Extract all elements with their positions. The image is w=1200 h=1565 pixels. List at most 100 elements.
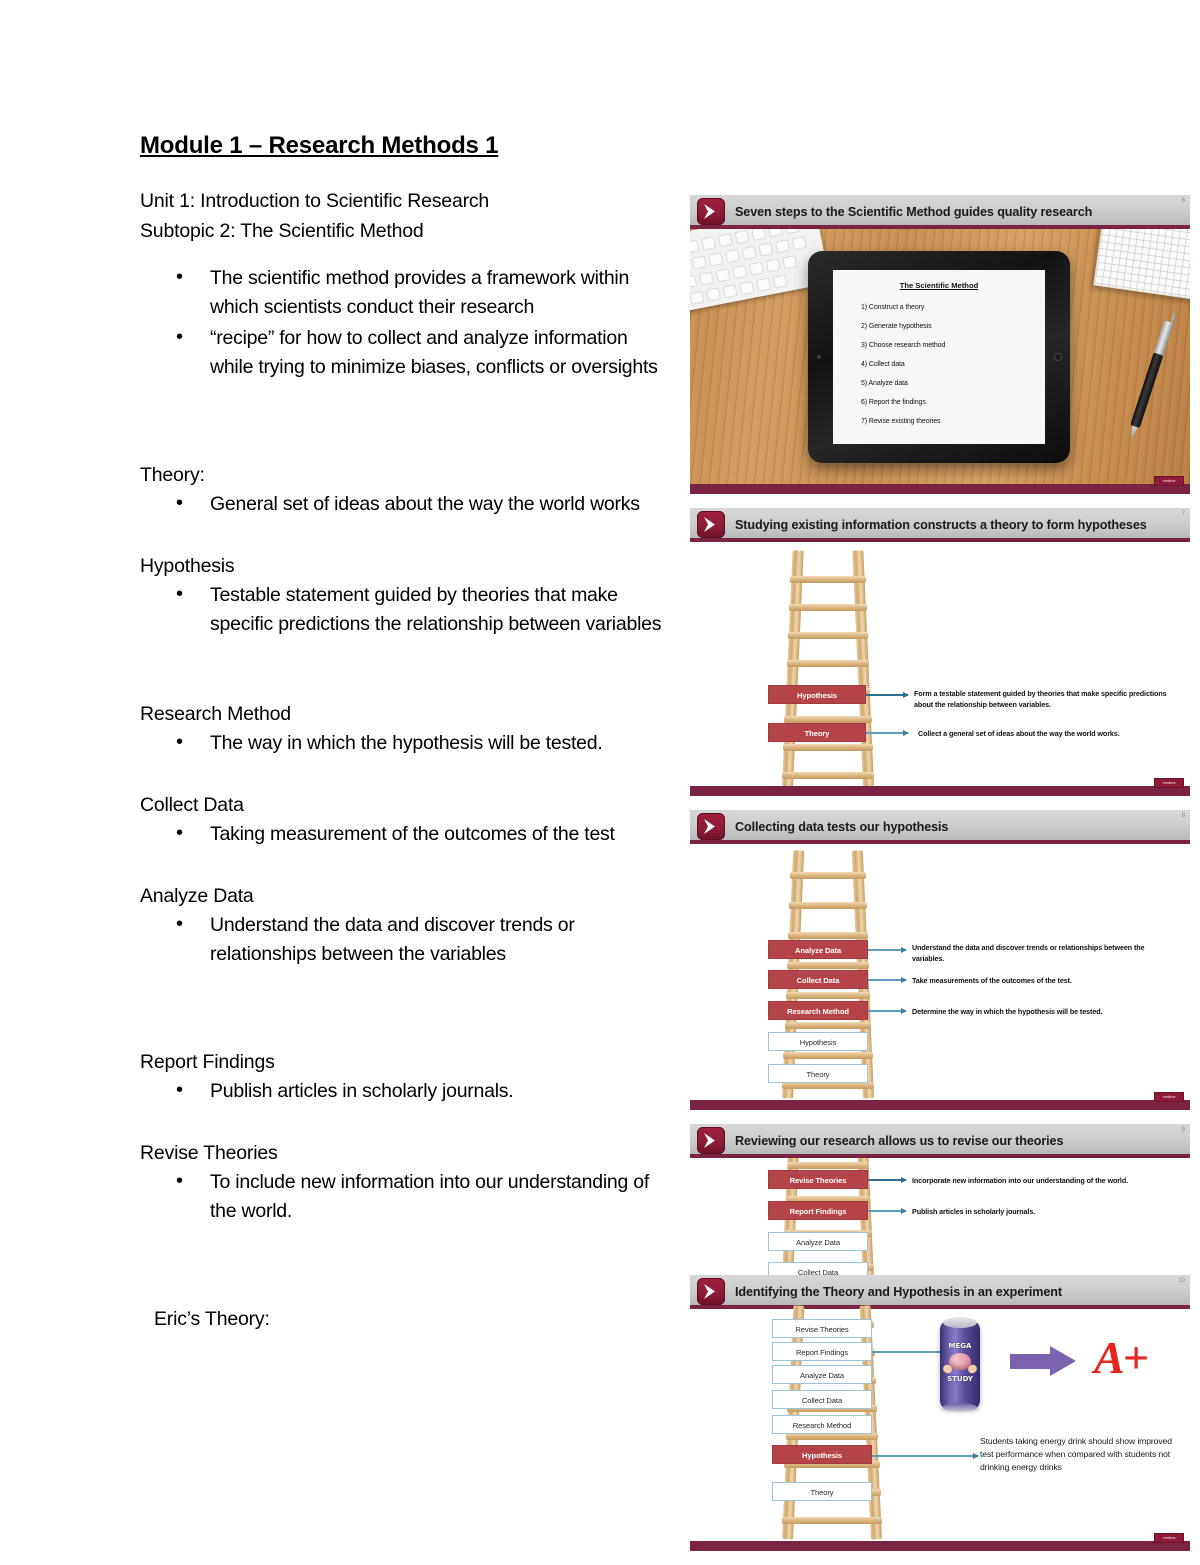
- section-heading-report-findings: Report Findings: [140, 1051, 275, 1073]
- ladder-step-analyze-data[interactable]: Analyze Data: [768, 1232, 868, 1251]
- slide-number: 6: [1181, 198, 1185, 204]
- ladder-step-description: Determine the way in which the hypothesi…: [912, 1007, 1103, 1016]
- tablet-step: 7) Revise existing theories: [861, 418, 941, 425]
- slide-body: The Scientific Method 1) Construct a the…: [690, 229, 1190, 484]
- footer-badge-label: mmlbox: [1162, 478, 1176, 483]
- ladder-step-analyze-data[interactable]: Analyze Data: [768, 940, 868, 959]
- list-item: Taking measurement of the outcomes of th…: [140, 819, 670, 849]
- section-heading-analyze-data: Analyze Data: [140, 885, 254, 907]
- experiment-hypothesis-text: Students taking energy drink should show…: [980, 1436, 1172, 1472]
- ladder-step-hypothesis[interactable]: Hypothesis: [768, 685, 866, 704]
- connector-line: [866, 692, 909, 698]
- ladder-step-description: Take measurements of the outcomes of the…: [912, 976, 1072, 985]
- ladder-step-analyze-data[interactable]: Analyze Data: [772, 1365, 872, 1384]
- ladder-step-description: Publish articles in scholarly journals.: [912, 1207, 1036, 1216]
- slide-number: 8: [1181, 813, 1185, 819]
- ladder-step-theory[interactable]: Theory: [768, 1064, 868, 1083]
- slide-reviewing-research[interactable]: Reviewing our research allows us to revi…: [690, 1124, 1190, 1275]
- slide-title: Collecting data tests our hypothesis: [735, 820, 949, 834]
- list-item: “recipe” for how to collect and analyze …: [140, 323, 670, 382]
- section-heading-theory: Theory:: [140, 464, 205, 486]
- footer-badge: mmlbox: [1154, 1092, 1184, 1102]
- tablet-screen: The Scientific Method 1) Construct a the…: [833, 270, 1045, 444]
- ladder-step-report-findings[interactable]: Report Findings: [772, 1342, 872, 1361]
- slide-body: Revise Theories Incorporate new informat…: [690, 1158, 1190, 1275]
- tablet-step: 2) Generate hypothesis: [861, 323, 932, 330]
- footer-badge: mmlbox: [1154, 778, 1184, 788]
- slide-collecting-data[interactable]: Collecting data tests our hypothesis 8 A…: [690, 810, 1190, 1110]
- ladder-step-description: Collect a general set of ideas about the…: [918, 729, 1120, 738]
- footer-badge-label: mmlbox: [1162, 1094, 1176, 1099]
- slide-body: Analyze Data Understand the data and dis…: [690, 844, 1190, 1100]
- slide-body: Hypothesis Form a testable statement gui…: [690, 542, 1190, 787]
- slide-identifying-theory-hypothesis[interactable]: Identifying the Theory and Hypothesis in…: [690, 1275, 1190, 1551]
- footer-badge: mmlbox: [1154, 476, 1184, 486]
- tablet-device: The Scientific Method 1) Construct a the…: [808, 251, 1070, 463]
- footer-badge-label: mmlbox: [1162, 1535, 1176, 1540]
- slide-header: Studying existing information constructs…: [690, 508, 1190, 542]
- slide-header: Seven steps to the Scientific Method gui…: [690, 195, 1190, 229]
- ladder-step-collect-data[interactable]: Collect Data: [772, 1390, 872, 1409]
- slide-number: 10: [1178, 1278, 1185, 1284]
- notes-column: Module 1 – Research Methods 1 Unit 1: In…: [140, 132, 670, 1334]
- list-item: Testable statement guided by theories th…: [140, 580, 670, 639]
- ladder-step-revise-theories[interactable]: Revise Theories: [772, 1319, 872, 1338]
- slide-body: Revise Theories Report Findings Analyze …: [690, 1305, 1190, 1541]
- ladder-step-theory[interactable]: Theory: [768, 723, 866, 742]
- slides-column: Seven steps to the Scientific Method gui…: [690, 195, 1190, 1565]
- can-top-label: MEGA: [948, 1342, 972, 1350]
- ladder-step-collect-data[interactable]: Collect Data: [768, 970, 868, 989]
- list-item: The way in which the hypothesis will be …: [140, 728, 670, 758]
- slide-theory-hypotheses[interactable]: Studying existing information constructs…: [690, 508, 1190, 796]
- connector-line: [868, 1208, 907, 1214]
- grade-label: A+: [1094, 1332, 1149, 1383]
- slide-title: Studying existing information constructs…: [735, 518, 1147, 532]
- connector-line: [868, 1008, 907, 1014]
- ladder-step-research-method[interactable]: Research Method: [768, 1001, 868, 1020]
- ladder-step-revise-theories[interactable]: Revise Theories: [768, 1170, 868, 1189]
- ladder-step-description: Incorporate new information into our und…: [912, 1176, 1129, 1185]
- slide-footer: mmlbox: [690, 778, 1190, 796]
- ladder-step-report-findings[interactable]: Report Findings: [768, 1201, 868, 1220]
- tablet-step: 5) Analyze data: [861, 380, 908, 387]
- unit-line: Unit 1: Introduction to Scientific Resea…: [140, 190, 490, 212]
- slide-number: 7: [1181, 511, 1185, 517]
- tablet-step: 1) Construct a theory: [861, 304, 925, 311]
- connector-line: [868, 947, 907, 953]
- chevron-right-icon: [697, 1278, 725, 1305]
- tablet-step: 4) Collect data: [861, 361, 905, 368]
- slide-title: Seven steps to the Scientific Method gui…: [735, 205, 1093, 219]
- list-item: Understand the data and discover trends …: [140, 910, 670, 969]
- ladder-step-hypothesis[interactable]: Hypothesis: [772, 1445, 872, 1464]
- chevron-right-icon: [697, 813, 725, 840]
- slide-footer: mmlbox: [690, 1533, 1190, 1551]
- revise-theories-bullet-list: To include new information into our unde…: [140, 1167, 670, 1226]
- slide-seven-steps[interactable]: Seven steps to the Scientific Method gui…: [690, 195, 1190, 494]
- subtopic-line: Subtopic 2: The Scientific Method: [140, 220, 424, 242]
- section-heading-collect-data: Collect Data: [140, 794, 244, 816]
- ladder-step-description: Form a testable statement guided by theo…: [914, 689, 1167, 709]
- footer-badge-label: mmlbox: [1162, 780, 1176, 785]
- connector-line: [868, 977, 907, 983]
- ladder-step-research-method[interactable]: Research Method: [772, 1415, 872, 1434]
- can-base: [943, 1403, 977, 1412]
- can-lid: [943, 1317, 977, 1328]
- page-title: Module 1 – Research Methods 1: [140, 132, 499, 159]
- desk-photo: The Scientific Method 1) Construct a the…: [690, 229, 1190, 484]
- research-method-bullet-list: The way in which the hypothesis will be …: [140, 728, 670, 758]
- can-bottom-label: STUDY: [947, 1375, 973, 1383]
- slide-footer: mmlbox: [690, 1092, 1190, 1110]
- collect-data-bullet-list: Taking measurement of the outcomes of th…: [140, 819, 670, 849]
- closing-line: Eric’s Theory:: [154, 1308, 270, 1330]
- slide-header: Collecting data tests our hypothesis 8: [690, 810, 1190, 844]
- list-item: To include new information into our unde…: [140, 1167, 670, 1226]
- slide-title: Reviewing our research allows us to revi…: [735, 1134, 1064, 1148]
- slide-header: Reviewing our research allows us to revi…: [690, 1124, 1190, 1158]
- ladder-step-description: Understand the data and discover trends …: [912, 943, 1145, 963]
- ladder-step-theory[interactable]: Theory: [772, 1482, 872, 1501]
- ladder-step-collect-data[interactable]: Collect Data: [768, 1262, 868, 1275]
- tablet-doc-title: The Scientific Method: [899, 281, 979, 290]
- section-heading-revise-theories: Revise Theories: [140, 1142, 278, 1164]
- ladder-step-hypothesis[interactable]: Hypothesis: [768, 1032, 868, 1051]
- slide-number: 9: [1181, 1127, 1185, 1133]
